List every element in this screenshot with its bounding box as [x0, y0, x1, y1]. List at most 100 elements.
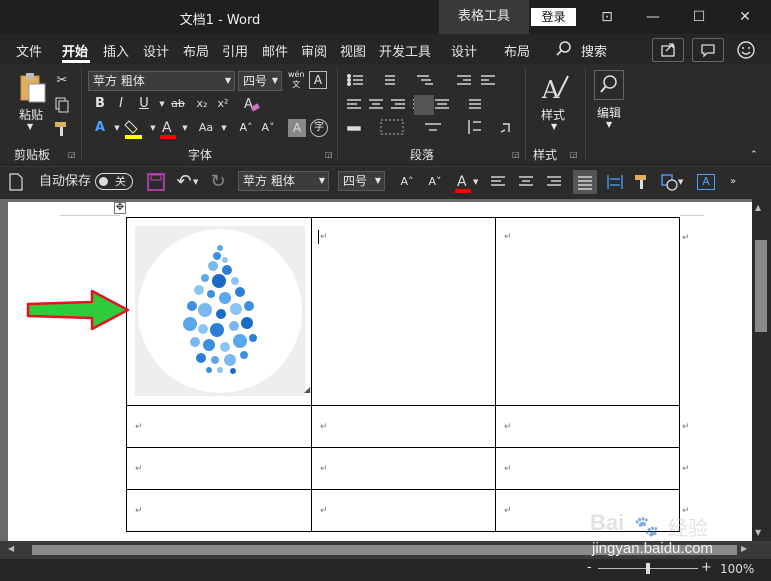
editing-dropdown-icon[interactable]: ▼ [606, 120, 612, 129]
tell-me-search[interactable]: 搜索 [581, 41, 607, 60]
tab-table-design[interactable]: 设计 [451, 41, 477, 60]
table-cell[interactable]: ↵ [496, 218, 679, 405]
qat-text-box-icon[interactable]: A [697, 174, 715, 190]
new-document-icon[interactable] [9, 173, 23, 191]
table-cell[interactable]: ◢ [127, 218, 311, 405]
italic-icon[interactable]: I [111, 94, 131, 114]
tab-insert[interactable]: 插入 [103, 41, 129, 60]
ribbon-display-options-icon[interactable]: ⊡ [584, 0, 630, 34]
table-cell[interactable]: ↵ [312, 490, 495, 531]
water-drop-image[interactable] [135, 226, 305, 396]
tab-review[interactable]: 审阅 [301, 41, 327, 60]
qat-font-name-dropdown[interactable]: 苹方 粗体 ▼ [238, 171, 329, 191]
strikethrough-icon[interactable]: ab [168, 94, 188, 114]
tab-table-layout[interactable]: 布局 [504, 41, 530, 60]
highlight-color-icon[interactable] [123, 118, 145, 140]
styles-launcher-icon[interactable]: ◲ [570, 150, 578, 159]
grow-font-icon[interactable]: A˄ [236, 118, 256, 138]
table-cell[interactable]: ↵ [312, 448, 495, 489]
image-resize-handle[interactable]: ◢ [304, 385, 310, 394]
styles-button[interactable]: 样式 [541, 106, 565, 123]
qat-grow-font-icon[interactable]: A˄ [396, 172, 418, 192]
paragraph-launcher-icon[interactable]: ◲ [512, 150, 520, 159]
feedback-smiley-icon[interactable] [736, 40, 756, 60]
enclose-characters-icon[interactable]: 字 [310, 119, 328, 137]
underline-icon[interactable]: U [134, 94, 154, 114]
tab-layout[interactable]: 布局 [183, 41, 209, 60]
tab-home[interactable]: 开始 [62, 41, 88, 60]
paste-button[interactable]: 粘贴 [19, 106, 43, 123]
tab-design[interactable]: 设计 [143, 41, 169, 60]
table-cell[interactable]: ↵ [127, 448, 311, 489]
qat-more-icon[interactable]: » [730, 172, 736, 192]
justify-active-icon[interactable] [414, 95, 434, 115]
undo-icon[interactable]: ↶ [174, 172, 194, 192]
zoom-in-button[interactable]: + [701, 560, 712, 575]
superscript-icon[interactable]: x² [213, 94, 233, 114]
qat-shapes-dropdown-icon[interactable]: ▼ [678, 172, 683, 192]
scroll-down-icon[interactable]: ▼ [755, 528, 761, 537]
copy-icon[interactable] [52, 95, 72, 115]
paste-icon[interactable] [17, 72, 47, 104]
font-launcher-icon[interactable]: ◲ [325, 150, 333, 159]
clipboard-launcher-icon[interactable]: ◲ [68, 150, 76, 159]
find-icon[interactable] [594, 70, 624, 100]
font-name-dropdown[interactable]: 苹方 粗体 ▼ [88, 71, 235, 91]
phonetic-guide-icon[interactable]: wén 文 [288, 70, 305, 90]
tab-file[interactable]: 文件 [16, 41, 42, 60]
redo-icon[interactable]: ↻ [208, 172, 228, 192]
scroll-right-icon[interactable]: ▶ [741, 544, 747, 553]
tab-references[interactable]: 引用 [222, 41, 248, 60]
table-cell[interactable]: ↵ [312, 406, 495, 447]
maximize-button[interactable]: ☐ [676, 0, 722, 34]
shrink-font-icon[interactable]: A˅ [258, 118, 278, 138]
table-cell[interactable]: ↵ [496, 406, 679, 447]
bold-icon[interactable]: B [90, 94, 110, 114]
character-shading-icon[interactable]: A [288, 119, 306, 137]
zoom-out-button[interactable]: - [587, 560, 592, 575]
clear-formatting-icon[interactable]: A [241, 94, 261, 114]
table-cell[interactable]: ↵ [312, 218, 495, 405]
tab-view[interactable]: 视图 [340, 41, 366, 60]
styles-icon[interactable]: A [538, 72, 570, 104]
comments-icon[interactable] [692, 38, 724, 62]
qat-font-color-icon[interactable]: A [453, 172, 473, 194]
change-case-dropdown-icon[interactable]: ▼ [214, 118, 234, 138]
collapse-ribbon-icon[interactable]: ⌃ [750, 150, 758, 160]
qat-font-size-dropdown[interactable]: 四号 ▼ [338, 171, 385, 191]
autosave-toggle[interactable]: 关 [95, 173, 133, 190]
qat-shapes-icon[interactable] [660, 173, 678, 191]
scroll-up-icon[interactable]: ▲ [755, 203, 761, 212]
qat-distributed-icon[interactable] [606, 173, 624, 191]
search-icon[interactable] [555, 40, 573, 58]
login-button[interactable]: 登录 [531, 8, 576, 26]
table-move-handle-icon[interactable]: ✥ [114, 202, 126, 214]
format-painter-icon[interactable] [52, 119, 72, 139]
tab-developer[interactable]: 开发工具 [379, 41, 431, 60]
minimize-button[interactable]: — [630, 0, 676, 34]
vertical-scroll-thumb[interactable] [755, 240, 767, 332]
table-cell[interactable]: ↵ [496, 448, 679, 489]
close-button[interactable]: ✕ [722, 0, 768, 34]
cut-icon[interactable]: ✂ [52, 71, 72, 91]
table-cell[interactable]: ↵ [127, 490, 311, 531]
share-icon[interactable] [652, 38, 684, 62]
font-color-dropdown-icon[interactable]: ▼ [175, 118, 195, 138]
zoom-slider-thumb[interactable] [646, 563, 650, 574]
qat-format-painter-icon[interactable] [632, 172, 652, 192]
subscript-icon[interactable]: x₂ [192, 94, 212, 114]
qat-font-color-dropdown-icon[interactable]: ▼ [473, 172, 478, 192]
scroll-left-icon[interactable]: ◀ [8, 544, 14, 553]
character-border-icon[interactable]: A [309, 71, 327, 89]
tab-mailings[interactable]: 邮件 [262, 41, 288, 60]
editing-button[interactable]: 编辑 [597, 104, 621, 121]
zoom-level[interactable]: 100% [720, 562, 754, 576]
save-icon[interactable] [147, 173, 165, 191]
paste-dropdown-icon[interactable]: ▼ [27, 122, 33, 131]
table-cell[interactable]: ↵ [127, 406, 311, 447]
qat-shrink-font-icon[interactable]: A˅ [424, 172, 446, 192]
styles-dropdown-icon[interactable]: ▼ [551, 122, 557, 131]
qat-justify-icon[interactable] [573, 170, 597, 194]
undo-dropdown-icon[interactable]: ▼ [193, 172, 198, 192]
font-size-dropdown[interactable]: 四号 ▼ [238, 71, 282, 91]
